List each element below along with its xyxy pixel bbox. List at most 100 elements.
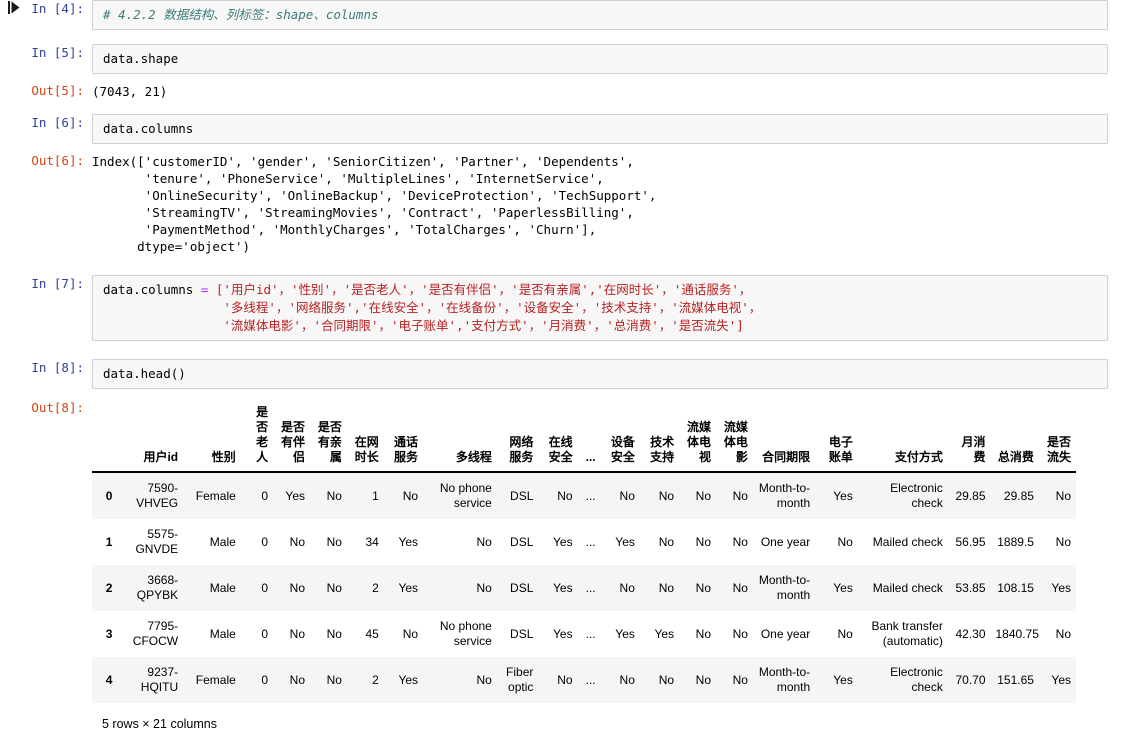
code-comment: # 4.2.2 数据结构、列标签：shape、columns xyxy=(103,7,379,22)
dataframe-cell: Yes xyxy=(285,488,305,503)
dataframe-cell: No xyxy=(732,534,748,549)
dataframe-cell: ... xyxy=(585,488,596,503)
dataframe-cell: 0 xyxy=(261,534,269,549)
dataframe-cell: Fiber optic xyxy=(506,665,534,694)
table-row: 0 7590-VHVEG Female 0 Yes No 1 No No phone servi… xyxy=(92,472,1076,519)
notebook-cell-out-5: Out[5]: (7043, 21) xyxy=(0,82,1130,100)
dataframe-body: 0 7590-VHVEG Female 0 Yes No 1 No No phone servi… xyxy=(92,472,1076,703)
dataframe-cell: 45 xyxy=(365,626,379,641)
dataframe-cell: ... xyxy=(585,580,596,595)
dataframe-table: 用户id 性别 是否老人 是否有伴侣 是否有亲属 在网时长 通话服务 多线程 网络服务 在线安全.… xyxy=(92,401,1076,703)
dataframe-row-index: 4 xyxy=(105,672,113,687)
dataframe-cell: No xyxy=(557,488,573,503)
dataframe-cell: 56.95 xyxy=(955,534,986,549)
table-row: 4 9237-HQITU Female 0 No No 2 Yes No Fiber optic N… xyxy=(92,657,1076,703)
dataframe-col-header: 总消费 xyxy=(990,401,1039,473)
dataframe-row-index: 1 xyxy=(105,534,113,549)
dataframe-cell: No xyxy=(732,626,748,641)
dataframe-col-header: 技术支持 xyxy=(639,401,680,473)
dataframe-cell: No xyxy=(476,580,492,595)
dataframe-cell: 2 xyxy=(372,672,379,687)
dataframe-cell: No xyxy=(658,580,675,595)
dataframe-cell: No xyxy=(289,580,305,595)
dataframe-col-header: 流媒体电影 xyxy=(716,401,753,473)
code-input-8[interactable]: data.head() xyxy=(92,359,1108,389)
dataframe-cell: No xyxy=(1055,534,1071,549)
dataframe-col-header: 是否老人 xyxy=(240,401,274,473)
dataframe-cell: DSL xyxy=(510,534,534,549)
dataframe-head: 用户id 性别 是否老人 是否有伴侣 是否有亲属 在网时长 通话服务 多线程 网络服务 在线安全.… xyxy=(92,401,1076,473)
dataframe-cell: 108.15 xyxy=(997,580,1034,595)
dataframe-cell: No xyxy=(326,488,342,503)
notebook-cell-in-6[interactable]: In [6]: data.columns xyxy=(0,114,1130,144)
run-cell-icon[interactable] xyxy=(8,1,20,14)
cell-prompt-out-8: Out[8]: xyxy=(31,400,84,415)
code-input-5[interactable]: data.shape xyxy=(92,44,1108,74)
table-row: 1 5575-GNVDE Male 0 No No 34 Yes No DSL Yes... Yes N… xyxy=(92,519,1076,565)
code-lhs: data.columns xyxy=(103,282,201,297)
dataframe-cell: No xyxy=(326,672,342,687)
dataframe-cell: No xyxy=(619,488,635,503)
dataframe-cell: No xyxy=(695,580,711,595)
dataframe-col-header: 是否有亲属 xyxy=(310,401,347,473)
output-text-6: Index(['customerID', 'gender', 'SeniorCi… xyxy=(92,154,657,254)
dataframe-cell: No xyxy=(658,534,675,549)
dataframe-cell: Month-to-month xyxy=(758,481,811,510)
cell-gap xyxy=(0,341,1130,355)
dataframe-cell: Yes xyxy=(398,580,419,595)
dataframe-cell: Month-to-month xyxy=(758,573,811,602)
code-input-6[interactable]: data.columns xyxy=(92,114,1108,144)
notebook-cell-in-5[interactable]: In [5]: data.shape xyxy=(0,44,1130,74)
dataframe-cell: No xyxy=(658,488,675,503)
cell-prompt-in-8: In [8]: xyxy=(31,360,84,375)
dataframe-cell: 0 xyxy=(261,672,269,687)
dataframe-cell: 53.85 xyxy=(955,580,986,595)
cell-gap xyxy=(0,255,1130,269)
dataframe-cell: 7590-VHVEG xyxy=(136,481,179,510)
dataframe-col-header: 流媒体电视 xyxy=(679,401,716,473)
dataframe-col-header: 在线安全 xyxy=(538,401,578,473)
notebook-cell-in-4[interactable]: In [4]: # 4.2.2 数据结构、列标签：shape、columns xyxy=(0,0,1130,30)
dataframe-cell: No xyxy=(695,488,711,503)
dataframe-cell: 1889.5 xyxy=(997,534,1034,549)
dataframe-cell: 1 xyxy=(372,488,379,503)
dataframe-cell: No xyxy=(326,626,342,641)
dataframe-col-header: 设备安全 xyxy=(600,401,640,473)
notebook-cell-in-8[interactable]: In [8]: data.head() xyxy=(0,359,1130,389)
cell-prompt-in-4: In [4]: xyxy=(0,0,92,18)
dataframe-col-header: 是否有伴侣 xyxy=(273,401,310,473)
dataframe-cell: No xyxy=(658,672,675,687)
dataframe-cell: Mailed check xyxy=(872,534,943,549)
dataframe-cell: 29.85 xyxy=(1003,488,1034,503)
dataframe-cell: ... xyxy=(585,534,596,549)
dataframe-cell: Yes xyxy=(398,534,419,549)
dataframe-col-header: 性别 xyxy=(183,401,241,473)
notebook-cell-in-7[interactable]: In [7]: data.columns = ['用户id'，'性别'，'是否老… xyxy=(0,275,1130,341)
code-list-line1: ['用户id'，'性别'，'是否老人'，'是否有伴侣'，'是否有亲属','在网时… xyxy=(208,282,752,297)
cell-prompt-in-6: In [6]: xyxy=(31,115,84,130)
dataframe-cell: 5575-GNVDE xyxy=(135,527,179,556)
dataframe-cell: Bank transfer (automatic) xyxy=(871,619,943,648)
notebook-cell-out-8: Out[8]: 用户id 性别 是否老人 是否有伴侣 是否有亲属 在网时长 通话服务 多线程网… xyxy=(0,399,1130,731)
dataframe-cell: No xyxy=(289,672,305,687)
dataframe-cell: No xyxy=(695,672,711,687)
dataframe-index-header xyxy=(92,401,118,473)
dataframe-cell: No xyxy=(557,672,573,687)
dataframe-cell: Yes xyxy=(833,580,853,595)
dataframe-cell: Female xyxy=(195,488,236,503)
dataframe-cell: No xyxy=(732,580,748,595)
dataframe-cell: No xyxy=(619,580,635,595)
dataframe-cell: No phone service xyxy=(439,481,492,510)
code-input-7[interactable]: data.columns = ['用户id'，'性别'，'是否老人'，'是否有伴… xyxy=(92,275,1108,341)
dataframe-cell: No xyxy=(619,672,635,687)
dataframe-cell: No xyxy=(402,488,419,503)
dataframe-output: 用户id 性别 是否老人 是否有伴侣 是否有亲属 在网时长 通话服务 多线程 网络服务 在线安全.… xyxy=(92,399,1130,731)
dataframe-cell: No xyxy=(1055,488,1071,503)
dataframe-cell: Yes xyxy=(553,580,573,595)
dataframe-cell: No xyxy=(402,626,419,641)
code-list-line2: '多线程'，'网络服务','在线安全'，'在线备份'，'设备安全'，'技术支持'… xyxy=(103,300,762,315)
code-input-4[interactable]: # 4.2.2 数据结构、列标签：shape、columns xyxy=(92,0,1108,30)
cell-prompt-out-6: Out[6]: xyxy=(31,153,84,168)
dataframe-col-header: 月消费 xyxy=(947,401,991,473)
dataframe-cell: No xyxy=(732,488,748,503)
